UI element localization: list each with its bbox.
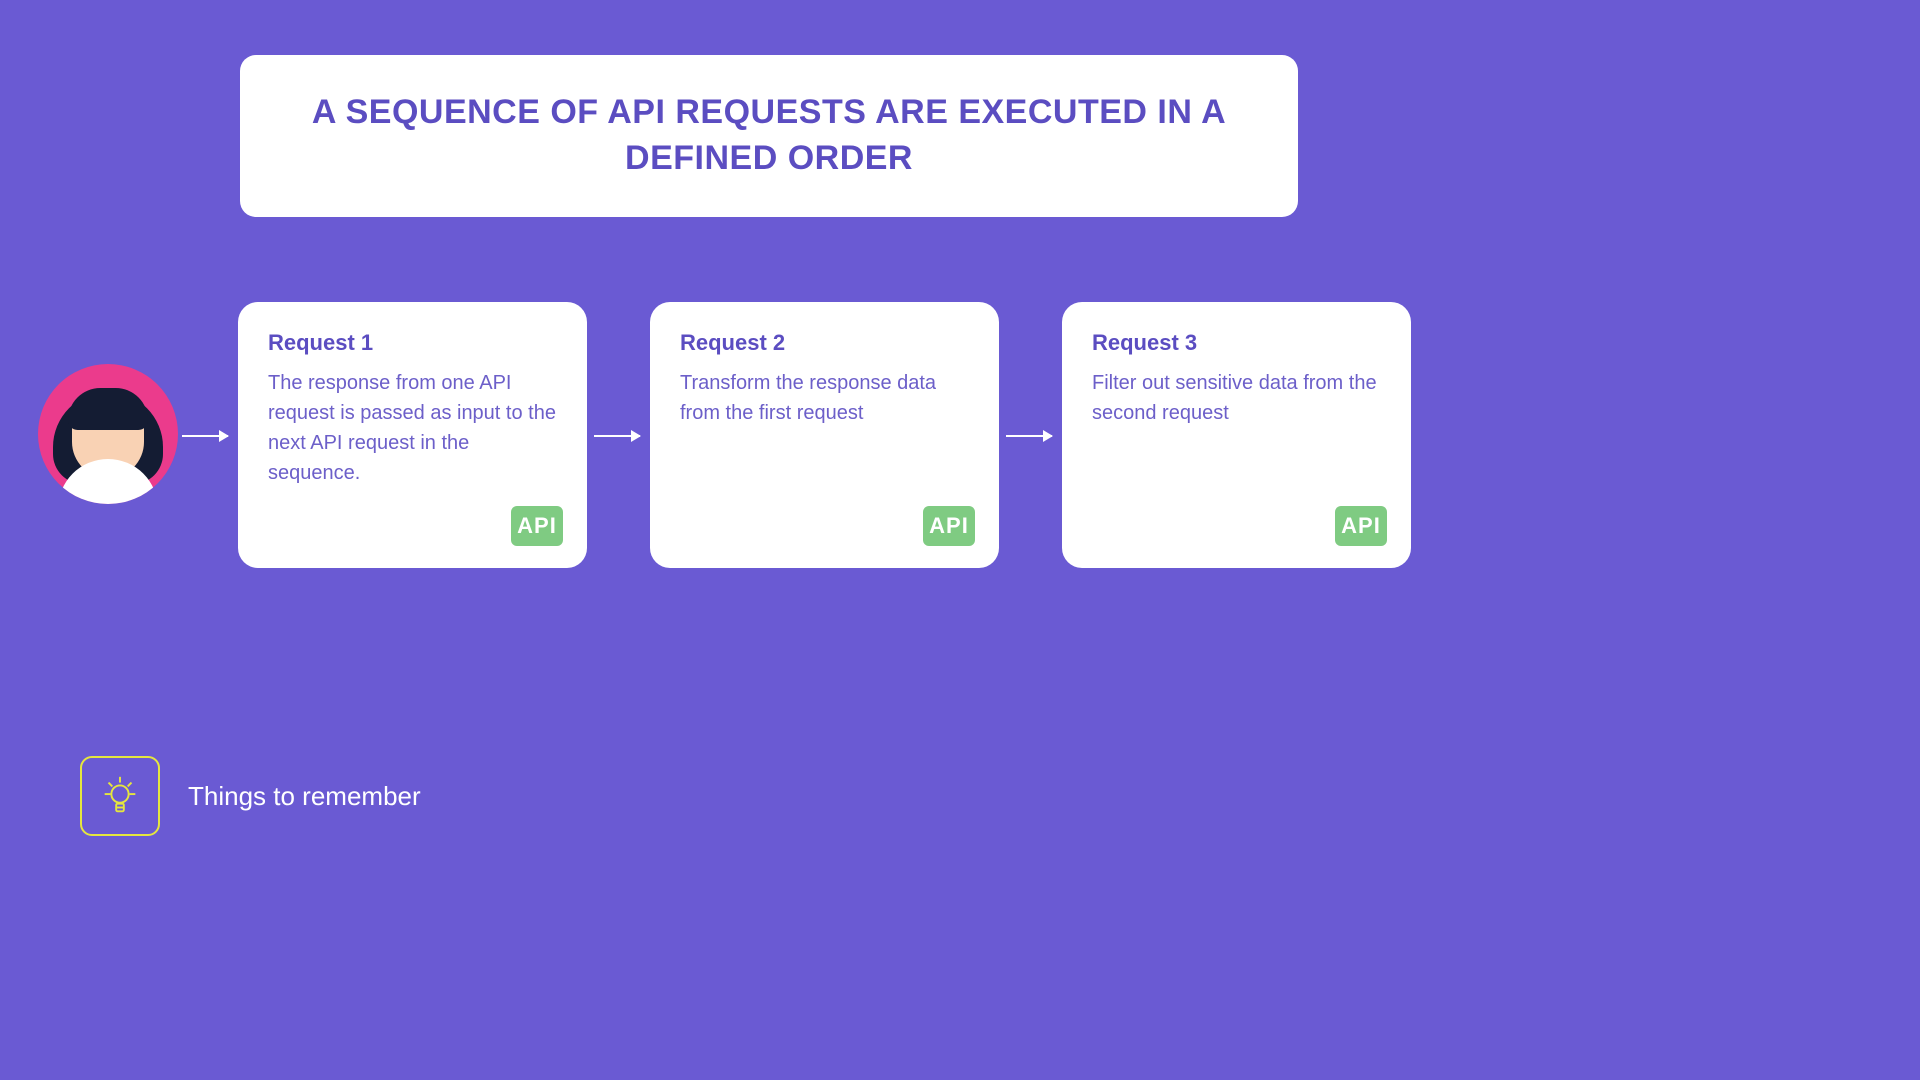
card-text: The response from one API request is pas… — [268, 368, 557, 488]
card-title: Request 3 — [1092, 330, 1381, 356]
api-badge: API — [923, 506, 975, 546]
avatar-hair-top — [68, 388, 148, 430]
card-text: Transform the response data from the fir… — [680, 368, 969, 428]
api-badge: API — [511, 506, 563, 546]
lightbulb-icon — [80, 756, 160, 836]
api-badge: API — [1335, 506, 1387, 546]
page-title: A SEQUENCE OF API REQUESTS ARE EXECUTED … — [300, 90, 1238, 182]
arrow-icon — [1006, 435, 1052, 437]
card-title: Request 2 — [680, 330, 969, 356]
arrow-icon — [594, 435, 640, 437]
request-card-3: Request 3 Filter out sensitive data from… — [1062, 302, 1411, 568]
user-avatar — [38, 364, 178, 504]
arrow-icon — [182, 435, 228, 437]
request-card-2: Request 2 Transform the response data fr… — [650, 302, 999, 568]
title-card: A SEQUENCE OF API REQUESTS ARE EXECUTED … — [240, 55, 1298, 217]
footer-note: Things to remember — [80, 756, 421, 836]
request-card-1: Request 1 The response from one API requ… — [238, 302, 587, 568]
card-title: Request 1 — [268, 330, 557, 356]
card-text: Filter out sensitive data from the secon… — [1092, 368, 1381, 428]
footer-label: Things to remember — [188, 781, 421, 812]
